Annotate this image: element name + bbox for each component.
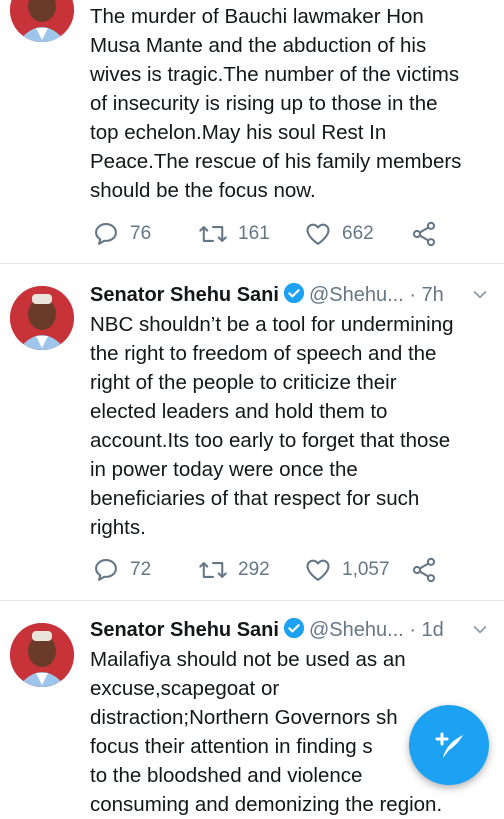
heart-icon (306, 223, 330, 245)
reply-icon (95, 559, 117, 581)
tweet-header: Senator Shehu Sani @Shehu... · 1d (90, 617, 490, 643)
reply-button[interactable]: 72 (92, 556, 151, 584)
reply-count: 72 (130, 559, 152, 580)
author-handle[interactable]: @Shehu... (309, 619, 404, 641)
author-handle[interactable]: @Shehu... (309, 284, 404, 306)
like-button[interactable]: 1,057 (304, 556, 390, 584)
compose-tweet-icon (435, 732, 463, 758)
reply-button[interactable]: 76 (92, 220, 151, 248)
tweet-3[interactable]: Senator Shehu Sani @Shehu... · 1d Mailafi… (0, 601, 504, 817)
tweet-1[interactable]: The murder of Bauchi lawmaker Hon Musa M… (0, 0, 504, 263)
author-name[interactable]: Senator Shehu Sani (90, 619, 279, 641)
chevron-down-icon[interactable] (470, 284, 490, 304)
tweet-time: · 1d (409, 619, 444, 641)
tweet-actions: 72 292 1,057 (90, 556, 490, 586)
like-button[interactable]: 662 (304, 220, 374, 248)
retweet-count: 292 (238, 559, 270, 580)
chevron-down-icon[interactable] (470, 619, 490, 639)
retweet-count: 161 (238, 223, 270, 244)
avatar[interactable] (10, 0, 74, 42)
tweet-text: The murder of Bauchi lawmaker Hon Musa M… (90, 5, 462, 202)
verified-badge-icon (283, 617, 305, 639)
tweet-time: · 7h (409, 284, 444, 306)
like-count: 662 (342, 223, 374, 244)
avatar[interactable] (10, 623, 74, 687)
tweet-actions: 76 161 662 (90, 220, 490, 250)
share-button[interactable] (410, 220, 438, 248)
reply-count: 76 (130, 223, 152, 244)
retweet-icon (199, 562, 227, 578)
retweet-icon (199, 226, 227, 242)
verified-badge-icon (283, 282, 305, 304)
retweet-button[interactable]: 161 (198, 220, 270, 248)
like-count: 1,057 (342, 559, 390, 580)
reply-icon (95, 223, 117, 245)
retweet-button[interactable]: 292 (198, 556, 270, 584)
share-button[interactable] (410, 556, 438, 584)
compose-tweet-button[interactable] (409, 705, 489, 785)
author-name[interactable]: Senator Shehu Sani (90, 284, 279, 306)
tweet-header: Senator Shehu Sani @Shehu... · 7h (90, 282, 490, 308)
heart-icon (306, 559, 330, 581)
tweet-text: NBC shouldn’t be a tool for undermining … (90, 313, 454, 539)
tweet-2[interactable]: Senator Shehu Sani @Shehu... · 7h NBC sho… (0, 264, 504, 600)
avatar[interactable] (10, 286, 74, 350)
share-icon (412, 221, 436, 247)
share-icon (412, 557, 436, 583)
